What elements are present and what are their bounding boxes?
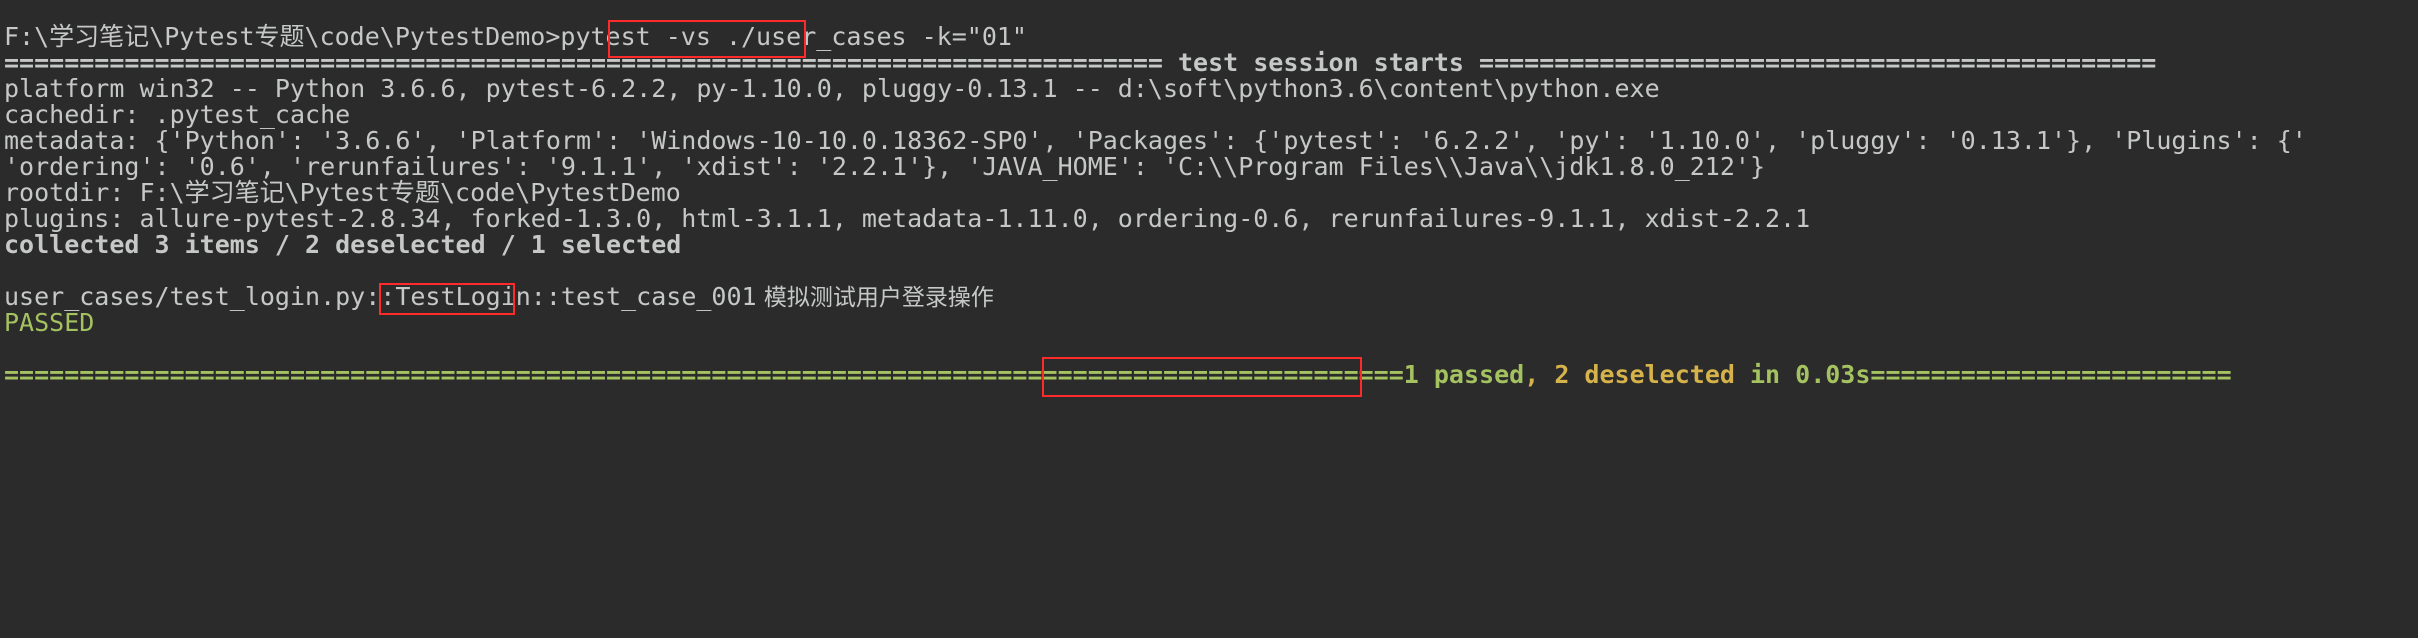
command-text[interactable]: pytest -vs ./user_cases -k="01" <box>560 22 1027 51</box>
rootdir-line: rootdir: F:\学习笔记\Pytest专题\code\PytestDem… <box>4 178 681 207</box>
metadata-line-2: 'ordering': '0.6', 'rerunfailures': '9.1… <box>4 152 1765 181</box>
summary-line: ========================================… <box>4 362 2232 388</box>
terminal-window: F:\学习笔记\Pytest专题\code\PytestDemo>pytest … <box>0 0 2418 638</box>
metadata-line-1: metadata: {'Python': '3.6.6', 'Platform'… <box>4 126 2307 155</box>
test-result-status: PASSED <box>4 308 95 337</box>
cachedir-line: cachedir: .pytest_cache <box>4 100 351 129</box>
test-case-name[interactable]: test_case_001 <box>561 282 757 311</box>
test-case-description: 模拟测试用户登录操作 <box>756 285 994 311</box>
summary-deselected-count: 2 deselected <box>1554 360 1735 389</box>
summary-separator-left: ========================================… <box>4 360 1404 389</box>
summary-passed-count: 1 passed <box>1403 360 1525 389</box>
summary-separator-right: ======================== <box>1870 360 2232 389</box>
plugins-line: plugins: allure-pytest-2.8.34, forked-1.… <box>4 204 1811 233</box>
prompt-path: F:\学习笔记\Pytest专题\code\PytestDemo> <box>4 22 561 51</box>
collected-line: collected 3 items / 2 deselected / 1 sel… <box>4 230 682 259</box>
test-case-line: user_cases/test_login.py::TestLogin::tes… <box>4 282 994 312</box>
summary-duration: in 0.03s <box>1734 360 1871 389</box>
prompt-line: F:\学习笔记\Pytest专题\code\PytestDemo>pytest … <box>4 24 1027 50</box>
platform-line: platform win32 -- Python 3.6.6, pytest-6… <box>4 74 1660 103</box>
summary-comma: , <box>1524 360 1555 389</box>
test-path-prefix: user_cases/test_login.py::TestLogin:: <box>4 282 561 311</box>
session-header-line: ========================================… <box>4 48 2157 77</box>
